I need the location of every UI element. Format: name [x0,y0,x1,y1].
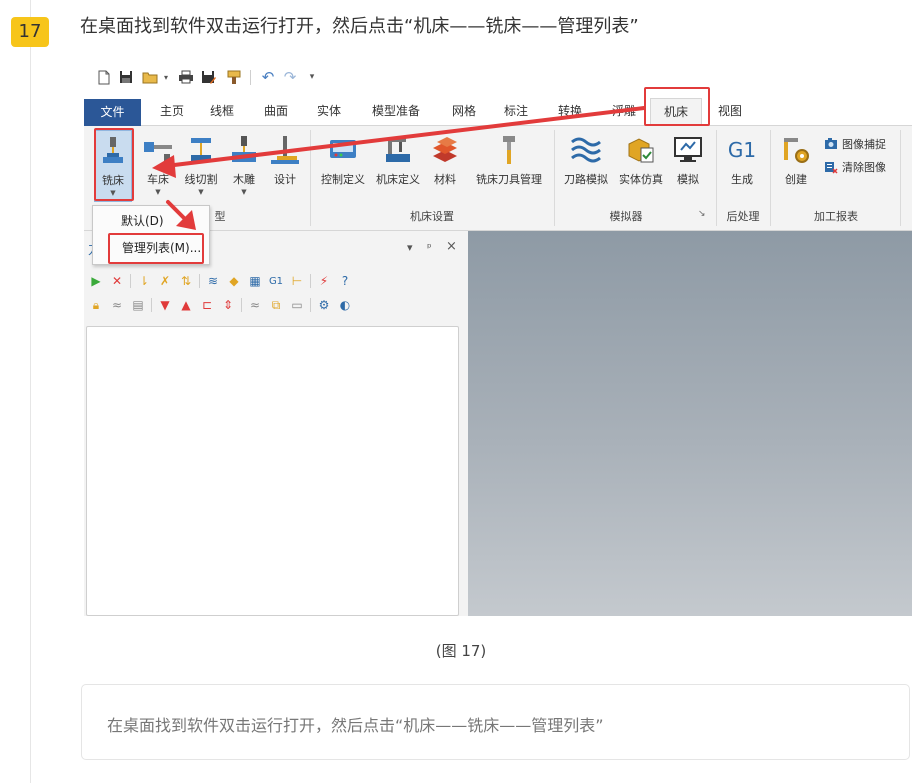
step-text: 在桌面找到软件双击运行打开，然后点击“机床——铣床——管理列表” [107,716,604,735]
left-rule [30,0,31,783]
step-number-badge: 17 [11,17,49,47]
figure-caption: (图 17) [435,642,487,660]
app-screenshot: ▾ ↶ ↷ ▾ 文件 主页 线框 曲面 实体 模型准备 网格 标注 转换 浮雕 … [84,60,912,616]
guidance-arrows [152,106,646,230]
step-title: 在桌面找到软件双击运行打开，然后点击“机床——铣床——管理列表” [80,16,639,37]
step-text-box: 在桌面找到软件双击运行打开，然后点击“机床——铣床——管理列表” [81,684,910,760]
